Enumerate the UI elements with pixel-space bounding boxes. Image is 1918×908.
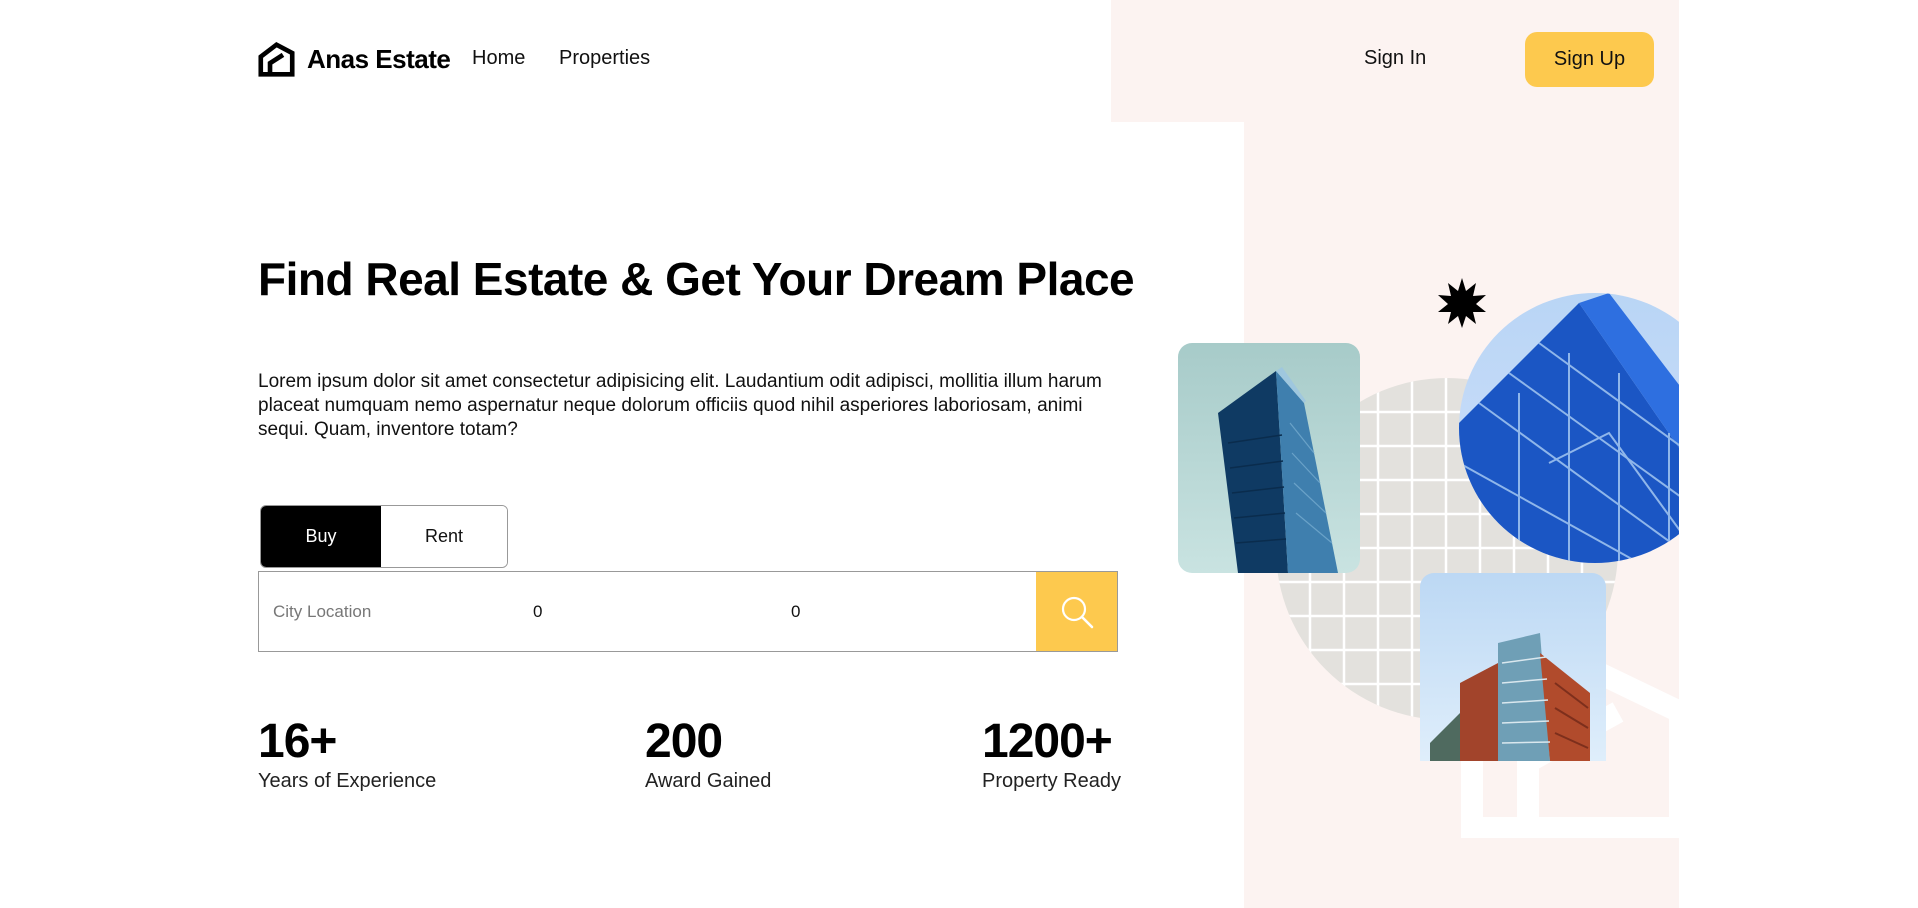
nav-properties-link[interactable]: Properties xyxy=(559,47,650,70)
stat-properties: 1200+ Property Ready xyxy=(982,716,1121,793)
min-price-input[interactable] xyxy=(529,572,787,651)
stat-label: Property Ready xyxy=(982,770,1121,792)
hero-description: Lorem ipsum dolor sit amet consectetur a… xyxy=(258,371,1102,440)
stat-value: 1200+ xyxy=(982,715,1113,768)
tower-building-image xyxy=(1178,343,1360,573)
stat-label: Years of Experience xyxy=(258,770,437,792)
stat-experience: 16+ Years of Experience xyxy=(258,716,436,793)
city-location-input[interactable] xyxy=(259,572,529,651)
brick-building-image xyxy=(1420,573,1606,761)
sign-in-link[interactable]: Sign In xyxy=(1364,47,1426,70)
starburst-icon xyxy=(1438,278,1486,328)
search-button[interactable] xyxy=(1036,572,1117,651)
property-search-bar xyxy=(258,571,1118,652)
search-icon xyxy=(1061,596,1093,628)
stat-value: 16+ xyxy=(258,715,337,768)
stat-label: Award Gained xyxy=(645,770,772,792)
stat-awards: 200 Award Gained xyxy=(645,716,771,793)
tab-buy[interactable]: Buy xyxy=(261,506,381,567)
hero-title: Find Real Estate & Get Your Dream Place xyxy=(258,253,1135,305)
nav-home-link[interactable]: Home xyxy=(472,47,525,70)
tab-rent[interactable]: Rent xyxy=(381,506,507,567)
stat-value: 200 xyxy=(645,715,723,768)
brand-name: Anas Estate xyxy=(307,44,451,74)
max-price-input[interactable] xyxy=(787,572,1037,651)
brand-logo[interactable]: Anas Estate xyxy=(258,41,451,78)
sign-up-button[interactable]: Sign Up xyxy=(1525,32,1654,87)
page-margin xyxy=(1679,0,1918,908)
listing-type-tabs: Buy Rent xyxy=(260,505,508,568)
house-logo-icon xyxy=(258,41,295,77)
